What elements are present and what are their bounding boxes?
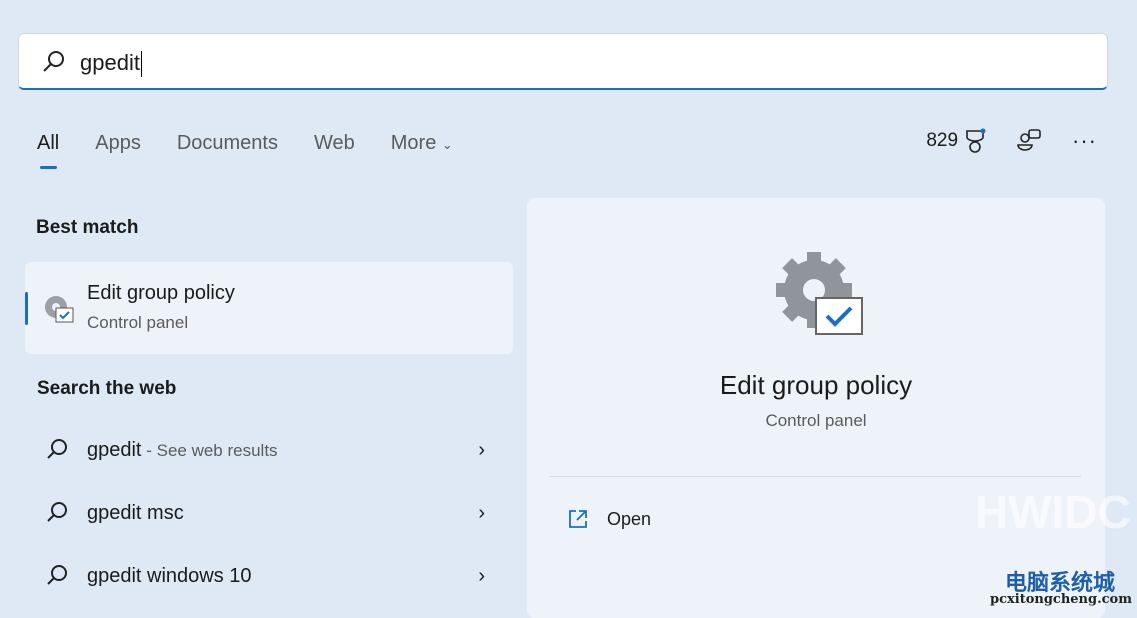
best-match-subtitle: Control panel <box>87 313 189 332</box>
filter-tabs: All Apps Documents Web More ⌄ <box>37 132 453 169</box>
rewards-button[interactable]: 829 <box>926 128 986 154</box>
web-result-item[interactable]: gpedit msc › <box>45 493 485 533</box>
open-label: Open <box>607 508 652 529</box>
web-query: gpedit msc <box>87 501 184 524</box>
web-query: gpedit <box>87 438 142 461</box>
best-match-heading: Best match <box>36 217 139 238</box>
chevron-right-icon: › <box>478 501 485 524</box>
web-result-item[interactable]: gpedit - See web results › <box>45 430 485 470</box>
search-input[interactable]: gpedit <box>80 50 142 78</box>
open-button[interactable]: Open <box>567 508 651 530</box>
tab-more[interactable]: More ⌄ <box>391 132 453 155</box>
group-policy-large-icon <box>776 252 863 335</box>
account-chat-icon[interactable] <box>1016 128 1042 154</box>
search-icon <box>43 51 64 72</box>
tab-apps[interactable]: Apps <box>95 132 141 155</box>
divider <box>549 476 1081 477</box>
rewards-points: 829 <box>926 130 959 151</box>
tab-documents[interactable]: Documents <box>177 132 278 155</box>
detail-panel: Edit group policy Control panel Open <box>527 198 1105 618</box>
search-icon <box>47 502 67 522</box>
chevron-down-icon: ⌄ <box>441 137 453 152</box>
watermark: HWIDC <box>975 486 1131 538</box>
search-box[interactable]: gpedit <box>18 33 1108 90</box>
open-external-icon <box>569 510 587 528</box>
search-icon <box>47 565 67 585</box>
search-icon <box>47 439 67 459</box>
more-options-icon[interactable]: ··· <box>1072 128 1097 154</box>
chevron-right-icon: › <box>478 564 485 587</box>
detail-subtitle: Control panel <box>765 411 867 430</box>
search-web-heading: Search the web <box>37 378 177 399</box>
best-match-title: Edit group policy <box>87 282 235 304</box>
detail-title: Edit group policy <box>719 370 913 400</box>
web-query-suffix: - See web results <box>141 440 278 460</box>
chevron-right-icon: › <box>478 438 485 461</box>
group-policy-icon <box>45 296 74 323</box>
watermark-site-url: pcxitongcheng.com <box>990 592 1132 607</box>
trophy-icon <box>966 128 986 153</box>
tab-web[interactable]: Web <box>314 132 355 155</box>
tab-all[interactable]: All <box>37 132 59 169</box>
web-query: gpedit windows 10 <box>87 564 252 587</box>
best-match-item[interactable]: Edit group policy Control panel <box>25 262 513 354</box>
web-result-item[interactable]: gpedit windows 10 › <box>45 556 485 596</box>
